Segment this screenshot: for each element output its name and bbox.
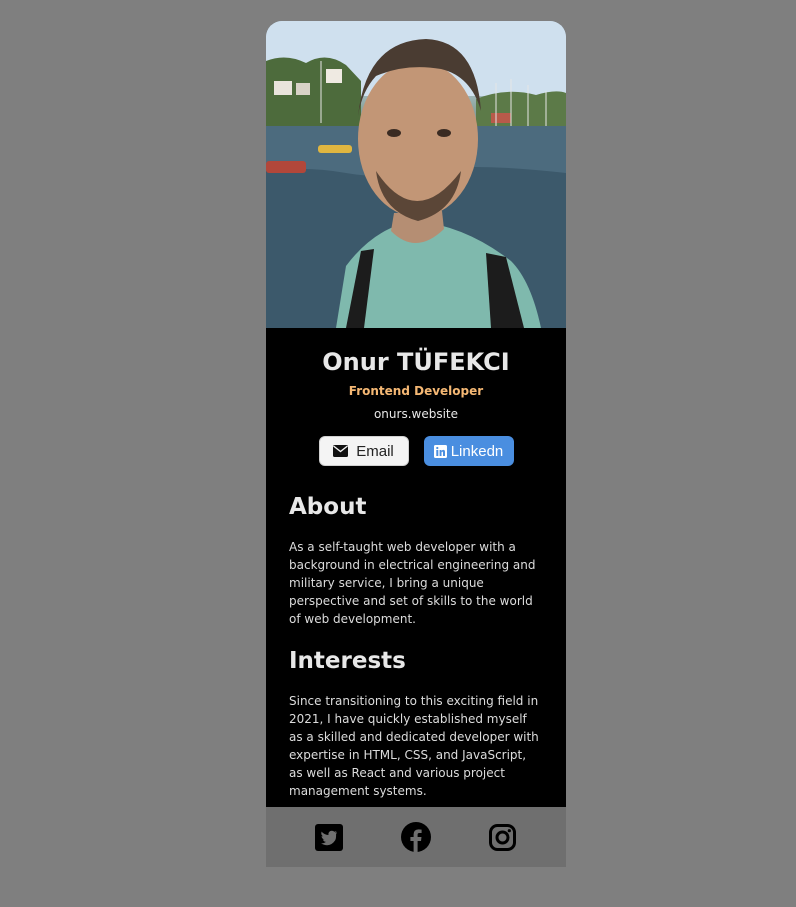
profile-photo <box>266 21 566 328</box>
interests-text: Since transitioning to this exciting fie… <box>289 694 539 798</box>
envelope-icon <box>333 445 349 457</box>
instagram-icon <box>489 823 517 851</box>
profile-name: Onur TÜFEKCI <box>322 348 510 376</box>
interests-heading: Interests <box>289 648 406 674</box>
twitter-icon <box>315 823 344 851</box>
social-footer <box>266 807 566 867</box>
linkedin-icon <box>433 444 447 458</box>
facebook-link[interactable] <box>400 822 431 852</box>
about-section: About As a self-taught web developer wit… <box>266 492 566 628</box>
email-button-label: Email <box>356 442 394 460</box>
linkedin-button[interactable]: Linkedn <box>423 436 514 466</box>
about-heading: About <box>289 494 367 520</box>
instagram-link[interactable] <box>488 822 518 852</box>
website-link[interactable]: onurs.website <box>266 406 566 422</box>
about-text: As a self-taught web developer with a ba… <box>289 540 536 626</box>
contact-buttons: Email Linkedn <box>266 436 566 466</box>
facebook-icon <box>400 822 431 852</box>
twitter-link[interactable] <box>314 822 344 852</box>
profile-role: Frontend Developer <box>348 384 484 398</box>
email-button[interactable]: Email <box>318 436 409 466</box>
linkedin-button-label: Linkedn <box>450 442 504 460</box>
interests-section: Interests Since transitioning to this ex… <box>266 646 566 800</box>
profile-card: Onur TÜFEKCI Frontend Developer onurs.we… <box>266 21 566 867</box>
